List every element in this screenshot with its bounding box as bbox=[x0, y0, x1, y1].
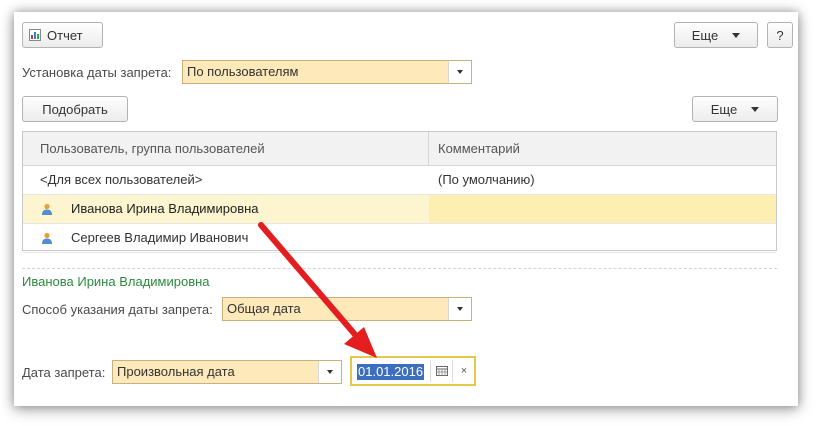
table-row[interactable]: Сергеев Владимир Иванович bbox=[23, 224, 776, 253]
chevron-down-icon bbox=[732, 32, 741, 38]
more-button-top-label: Еще bbox=[691, 27, 719, 43]
user-icon bbox=[42, 203, 52, 215]
report-button-label: Отчет bbox=[47, 27, 83, 43]
table-header: Пользователь, группа пользователей Комме… bbox=[23, 132, 776, 166]
chevron-down-icon bbox=[457, 307, 463, 311]
column-header-user[interactable]: Пользователь, группа пользователей bbox=[40, 132, 265, 165]
clear-button[interactable]: × bbox=[452, 360, 475, 382]
row-user: <Для всех пользователей> bbox=[40, 172, 203, 187]
date-kind-dropdown-button[interactable] bbox=[318, 361, 341, 383]
table-row-selected[interactable]: Иванова Ирина Владимировна bbox=[23, 195, 776, 224]
date-kind-select[interactable]: Произвольная дата bbox=[112, 360, 342, 384]
pick-button[interactable]: Подобрать bbox=[22, 96, 128, 122]
method-value: Общая дата bbox=[227, 301, 301, 316]
date-input[interactable]: 01.01.2016 × bbox=[350, 356, 476, 386]
user-icon bbox=[42, 232, 52, 244]
date-input-value[interactable]: 01.01.2016 bbox=[357, 364, 425, 380]
clear-icon: × bbox=[460, 365, 468, 377]
report-icon bbox=[29, 29, 41, 41]
ban-setting-dropdown-button[interactable] bbox=[448, 61, 471, 83]
help-button-label: ? bbox=[776, 27, 784, 43]
selected-comment-cell bbox=[429, 195, 776, 223]
chevron-down-icon bbox=[327, 370, 333, 374]
column-header-comment[interactable]: Комментарий bbox=[438, 132, 520, 165]
ban-setting-label: Установка даты запрета: bbox=[22, 65, 172, 80]
column-separator bbox=[428, 132, 429, 165]
users-table[interactable]: Пользователь, группа пользователей Комме… bbox=[22, 131, 777, 253]
pick-button-label: Подобрать bbox=[42, 101, 108, 117]
calendar-button[interactable] bbox=[430, 360, 453, 382]
row-user: Иванова Ирина Владимировна bbox=[71, 201, 259, 216]
chevron-down-icon bbox=[457, 70, 463, 74]
row-user: Сергеев Владимир Иванович bbox=[71, 230, 249, 245]
more-button-list-label: Еще bbox=[710, 101, 738, 117]
method-dropdown-button[interactable] bbox=[448, 298, 471, 320]
section-divider bbox=[22, 268, 777, 269]
report-button[interactable]: Отчет bbox=[22, 22, 103, 48]
group-title: Иванова Ирина Владимировна bbox=[22, 274, 210, 289]
more-button-list[interactable]: Еще bbox=[692, 96, 778, 122]
date-kind-value: Произвольная дата bbox=[117, 364, 235, 379]
date-label: Дата запрета: bbox=[22, 365, 106, 380]
chevron-down-icon bbox=[751, 106, 760, 112]
help-button[interactable]: ? bbox=[767, 22, 793, 48]
ban-setting-value: По пользователям bbox=[187, 64, 299, 79]
more-button-top[interactable]: Еще bbox=[674, 22, 758, 48]
row-comment: (По умолчанию) bbox=[438, 172, 535, 187]
calendar-icon bbox=[436, 366, 448, 376]
table-row[interactable]: <Для всех пользователей> (По умолчанию) bbox=[23, 166, 776, 195]
method-select[interactable]: Общая дата bbox=[222, 297, 472, 321]
method-label: Способ указания даты запрета: bbox=[22, 302, 213, 317]
form-window: Отчет Еще ? Установка даты запрета: По п… bbox=[14, 12, 798, 406]
ban-setting-select[interactable]: По пользователям bbox=[182, 60, 472, 84]
